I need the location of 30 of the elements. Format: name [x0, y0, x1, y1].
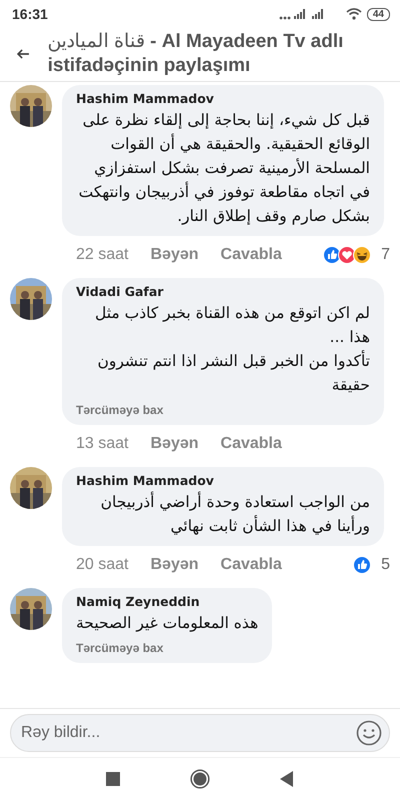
like-link[interactable]: Bəyən: [150, 556, 199, 574]
thumbs-up-icon: [353, 556, 372, 574]
comment-text: لم اكن اتوقع من هذه القناة بخبر كاذب مثل هذا ... تأكدوا من الخبر قبل النشر اذا انتم تنشرون حقيقة: [94, 303, 370, 396]
wifi-icon: [346, 8, 362, 20]
status-time: 16:31: [12, 6, 48, 22]
reaction-count: 7: [381, 246, 390, 264]
reply-link[interactable]: Cavabla: [220, 556, 282, 574]
comment-time: 22 saat: [76, 246, 128, 264]
translate-link[interactable]: Tərcüməyə bax: [76, 641, 258, 655]
reaction-count: 5: [381, 556, 390, 574]
reply-link[interactable]: Cavabla: [220, 435, 282, 453]
commenter-name[interactable]: Namiq Zeyneddin: [76, 594, 258, 609]
comment-text: قبل كل شيء، إننا بحاجة إلى إلقاء نظرة على الوقائع الحقيقية. والحقيقة هي أن القوات المسلحة الأرمينية تصرفت بشكل استفزازي في اتجاه مقاطعة توفوز في أذربيجان وانتهكت بشكل صارم وقف إطلاق النار.: [78, 110, 370, 227]
like-link[interactable]: Bəyən: [150, 435, 199, 453]
like-link[interactable]: Bəyən: [150, 246, 199, 264]
comment-text: هذه المعلومات غير الصحيحة: [76, 613, 258, 634]
comment-text: من الواجب استعادة وحدة أراضي أذربيجان ورأينا في هذا الشأن ثابت نهائي: [100, 490, 370, 537]
laughing-face-icon: [353, 246, 372, 264]
comment-input-field[interactable]: Rəy bildir...: [10, 714, 390, 752]
back-button-icon[interactable]: [280, 771, 294, 787]
comment-time: 13 saat: [76, 435, 128, 453]
reply-link[interactable]: Cavabla: [220, 246, 282, 264]
translate-link[interactable]: Tərcüməyə bax: [76, 403, 370, 417]
commenter-name[interactable]: Hashim Mammadov: [76, 473, 370, 488]
commenter-name[interactable]: Hashim Mammadov: [76, 91, 370, 106]
battery-indicator: 44: [366, 8, 390, 20]
commenter-name[interactable]: Vidadi Gafar: [76, 284, 370, 299]
smiley-icon[interactable]: [356, 720, 382, 746]
home-button-icon[interactable]: [190, 769, 210, 789]
comment-time: 20 saat: [76, 556, 128, 574]
